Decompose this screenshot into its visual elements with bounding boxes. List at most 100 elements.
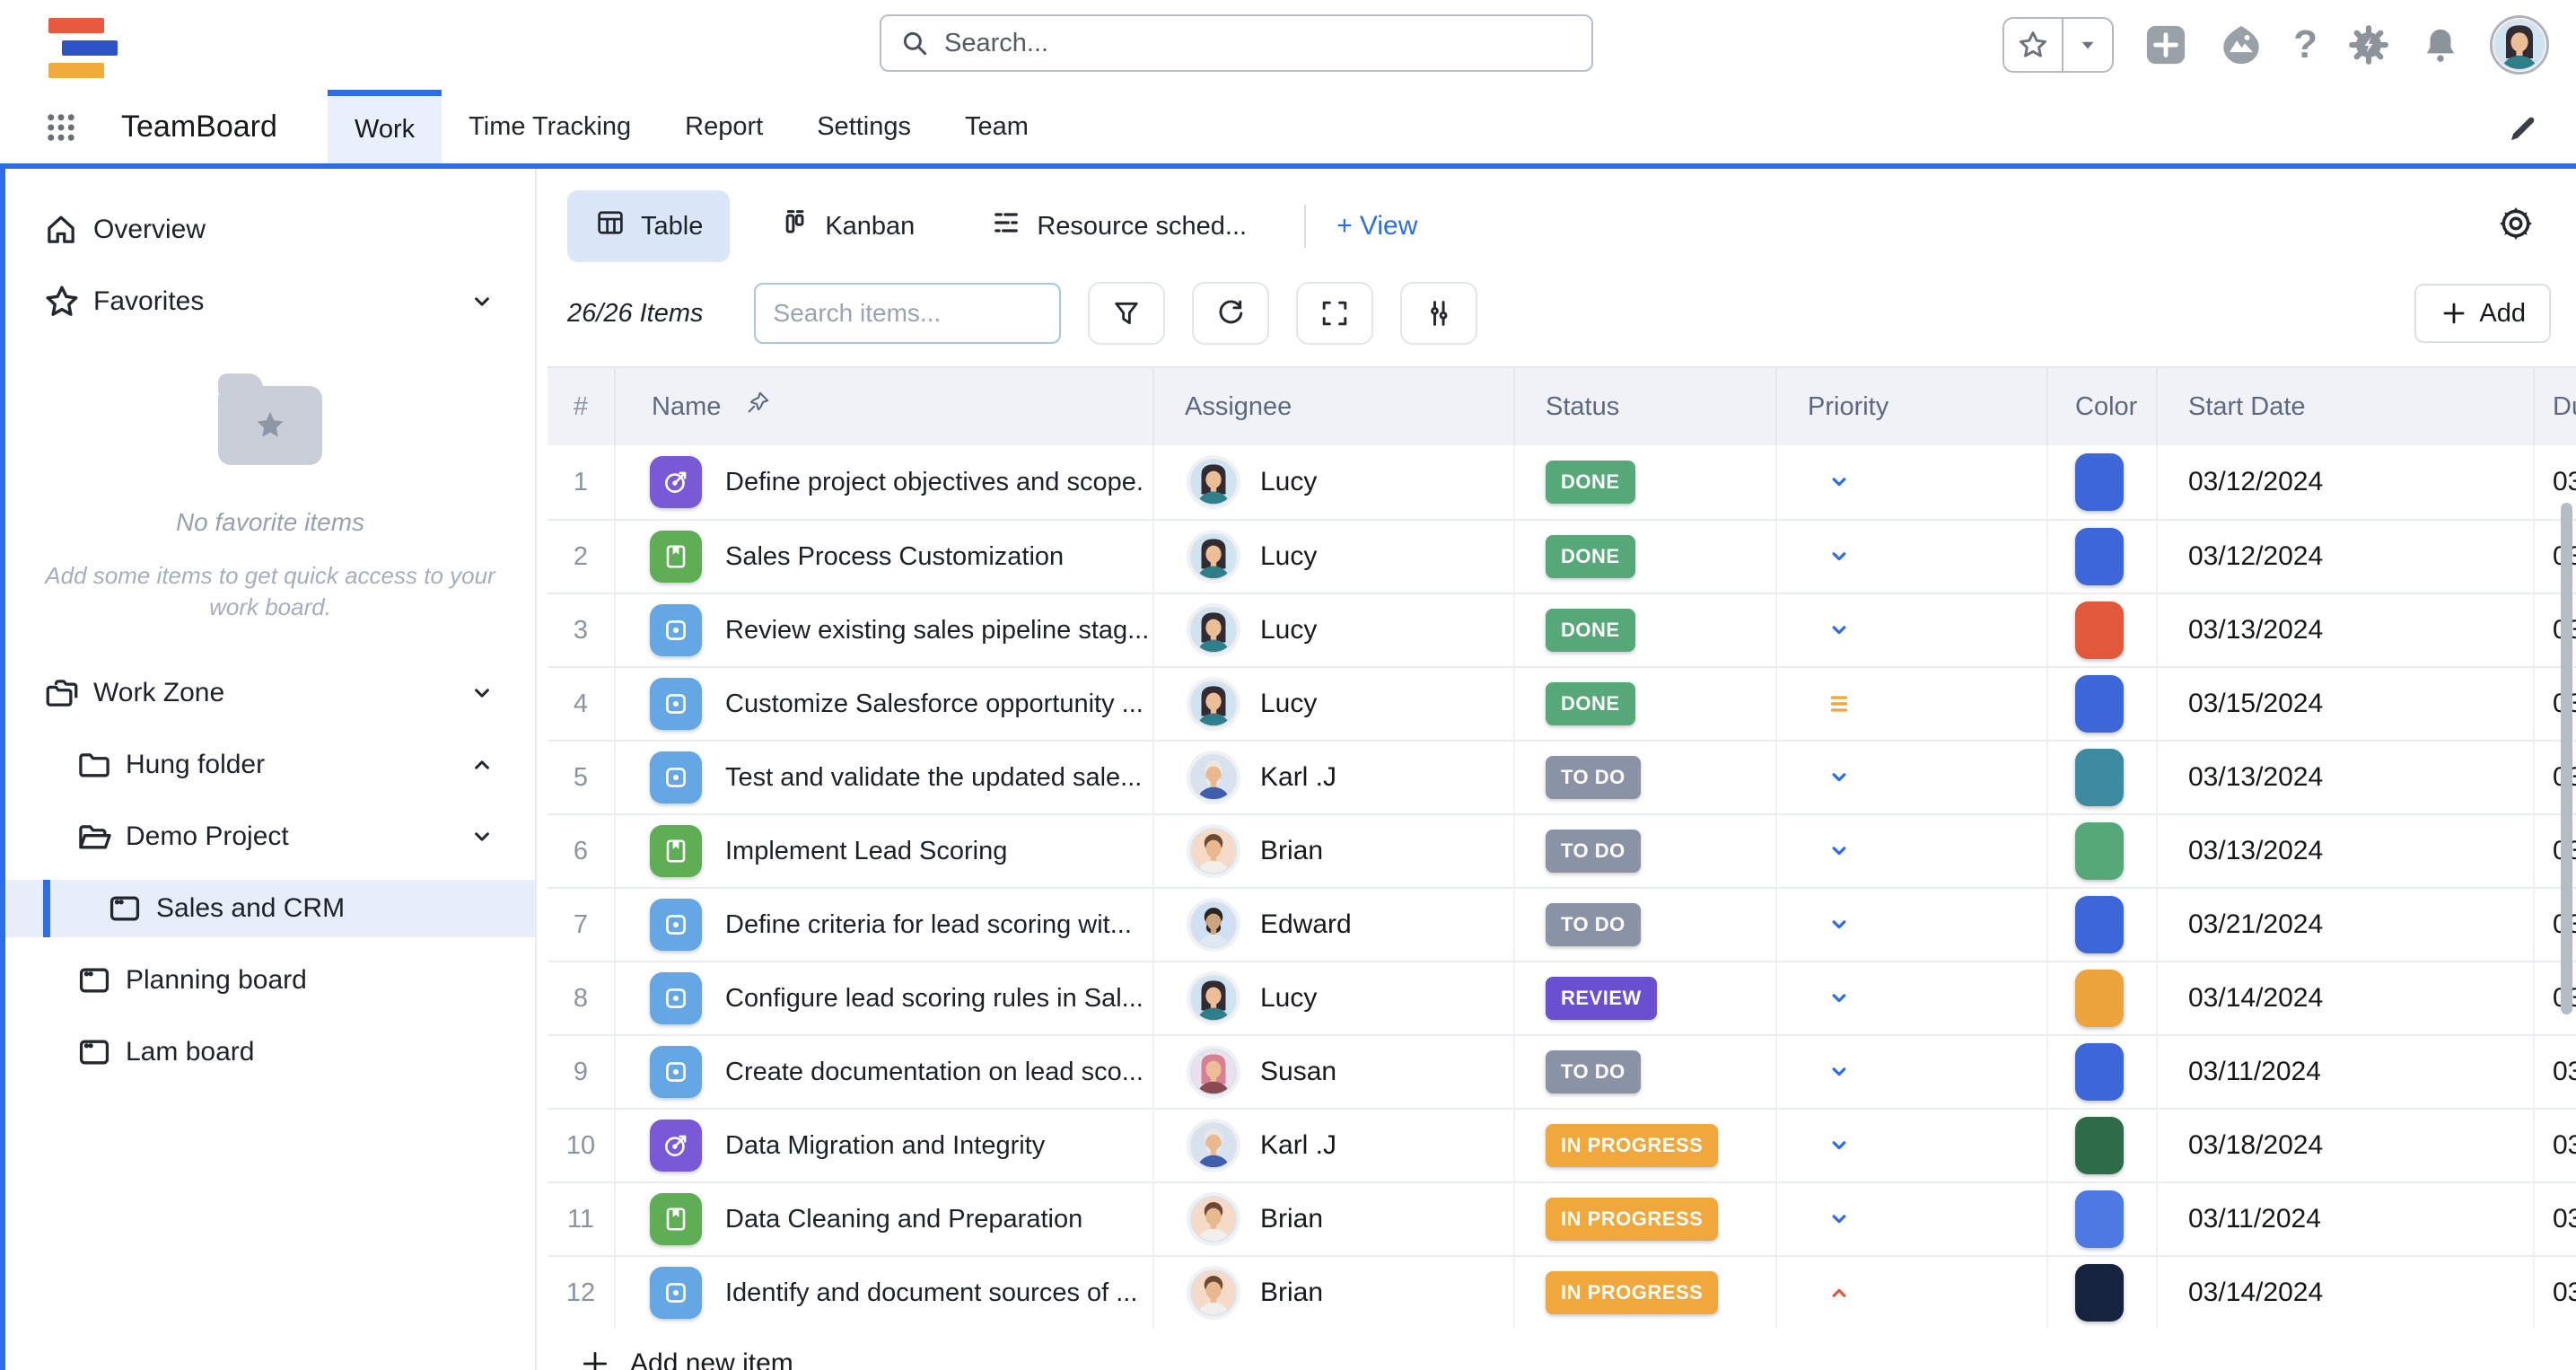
priority-low-chevron-down-icon[interactable] bbox=[1824, 762, 1854, 793]
item-name-cell[interactable]: Identify and document sources of ... bbox=[616, 1257, 1154, 1329]
global-search-input[interactable] bbox=[944, 29, 1573, 58]
help-icon[interactable]: ? bbox=[2293, 25, 2318, 65]
table-row[interactable]: 7 Define criteria for lead scoring wit..… bbox=[548, 887, 2576, 961]
status-badge[interactable]: DONE bbox=[1546, 682, 1635, 725]
assignee-cell[interactable]: Karl .J bbox=[1154, 742, 1515, 813]
achievement-badge-icon[interactable] bbox=[2218, 22, 2265, 68]
apps-grid-icon[interactable] bbox=[43, 110, 79, 150]
item-name-cell[interactable]: Sales Process Customization bbox=[616, 521, 1154, 593]
assignee-cell[interactable]: Brian bbox=[1154, 815, 1515, 887]
table-row[interactable]: 4 Customize Salesforce opportunity ... L… bbox=[548, 666, 2576, 740]
priority-low-chevron-down-icon[interactable] bbox=[1824, 983, 1854, 1014]
table-row[interactable]: 5 Test and validate the updated sale... … bbox=[548, 740, 2576, 813]
item-name-cell[interactable]: Data Migration and Integrity bbox=[616, 1110, 1154, 1181]
item-name-cell[interactable]: Define project objectives and scope. bbox=[616, 445, 1154, 519]
color-cell[interactable] bbox=[2048, 445, 2158, 519]
priority-cell[interactable] bbox=[1777, 1183, 2048, 1255]
color-swatch[interactable] bbox=[2075, 822, 2124, 880]
priority-cell[interactable] bbox=[1777, 1110, 2048, 1181]
chevron-down-icon[interactable] bbox=[467, 286, 497, 317]
status-badge[interactable]: IN PROGRESS bbox=[1546, 1124, 1718, 1167]
start-date-cell[interactable]: 03/13/2024 bbox=[2158, 742, 2535, 813]
tab-report[interactable]: Report bbox=[658, 90, 790, 163]
due-date-cell[interactable]: 03 bbox=[2535, 1257, 2576, 1329]
color-cell[interactable] bbox=[2048, 1110, 2158, 1181]
items-search[interactable] bbox=[754, 283, 1061, 344]
view-tab-kanban[interactable]: Kanban bbox=[751, 190, 942, 262]
sidebar-item-hung-folder[interactable]: Hung folder bbox=[5, 736, 535, 794]
column-settings-button[interactable] bbox=[1400, 282, 1477, 345]
color-swatch[interactable] bbox=[2075, 970, 2124, 1027]
status-badge[interactable]: TO DO bbox=[1546, 756, 1641, 799]
priority-cell[interactable] bbox=[1777, 594, 2048, 666]
favorites-split-button[interactable] bbox=[2002, 17, 2114, 73]
column-header-status[interactable]: Status bbox=[1515, 368, 1777, 445]
color-cell[interactable] bbox=[2048, 1257, 2158, 1329]
color-cell[interactable] bbox=[2048, 889, 2158, 961]
status-badge[interactable]: TO DO bbox=[1546, 830, 1641, 873]
start-date-cell[interactable]: 03/13/2024 bbox=[2158, 594, 2535, 666]
favorites-star-icon[interactable] bbox=[2004, 19, 2063, 71]
table-row[interactable]: 8 Configure lead scoring rules in Sal...… bbox=[548, 961, 2576, 1034]
add-new-item-row[interactable]: Add new item bbox=[580, 1336, 2576, 1370]
start-date-cell[interactable]: 03/15/2024 bbox=[2158, 668, 2535, 740]
pin-icon[interactable] bbox=[744, 390, 771, 424]
status-cell[interactable]: TO DO bbox=[1515, 889, 1777, 961]
item-name-cell[interactable]: Configure lead scoring rules in Sal... bbox=[616, 962, 1154, 1034]
filter-button[interactable] bbox=[1088, 282, 1165, 345]
start-date-cell[interactable]: 03/18/2024 bbox=[2158, 1110, 2535, 1181]
priority-cell[interactable] bbox=[1777, 1257, 2048, 1329]
notifications-bell-icon[interactable] bbox=[2420, 24, 2461, 66]
color-cell[interactable] bbox=[2048, 962, 2158, 1034]
add-item-button[interactable]: Add bbox=[2414, 284, 2551, 343]
color-swatch[interactable] bbox=[2075, 749, 2124, 806]
app-logo[interactable] bbox=[48, 14, 120, 77]
assignee-cell[interactable]: Lucy bbox=[1154, 962, 1515, 1034]
edit-pencil-icon[interactable] bbox=[2506, 111, 2540, 150]
color-swatch[interactable] bbox=[2075, 1190, 2124, 1248]
start-date-cell[interactable]: 03/12/2024 bbox=[2158, 445, 2535, 519]
priority-high-chevron-up-icon[interactable] bbox=[1824, 1278, 1854, 1308]
status-cell[interactable]: TO DO bbox=[1515, 742, 1777, 813]
add-plus-icon[interactable] bbox=[2142, 22, 2189, 68]
priority-low-chevron-down-icon[interactable] bbox=[1824, 1130, 1854, 1161]
sidebar-item-work-zone[interactable]: Work Zone bbox=[5, 664, 535, 722]
item-name-cell[interactable]: Data Cleaning and Preparation bbox=[616, 1183, 1154, 1255]
item-name-cell[interactable]: Customize Salesforce opportunity ... bbox=[616, 668, 1154, 740]
tab-time-tracking[interactable]: Time Tracking bbox=[442, 90, 658, 163]
status-badge[interactable]: IN PROGRESS bbox=[1546, 1271, 1718, 1314]
user-avatar[interactable] bbox=[2490, 15, 2549, 75]
assignee-cell[interactable]: Lucy bbox=[1154, 521, 1515, 593]
status-badge[interactable]: IN PROGRESS bbox=[1546, 1198, 1718, 1241]
status-cell[interactable]: DONE bbox=[1515, 521, 1777, 593]
table-row[interactable]: 12 Identify and document sources of ... … bbox=[548, 1255, 2576, 1329]
table-row[interactable]: 1 Define project objectives and scope. L… bbox=[548, 445, 2576, 519]
start-date-cell[interactable]: 03/11/2024 bbox=[2158, 1036, 2535, 1108]
sidebar-item-demo-project[interactable]: Demo Project bbox=[5, 808, 535, 865]
assignee-cell[interactable]: Lucy bbox=[1154, 594, 1515, 666]
start-date-cell[interactable]: 03/14/2024 bbox=[2158, 1257, 2535, 1329]
board-settings-gear-icon[interactable] bbox=[2495, 203, 2537, 249]
column-header-priority[interactable]: Priority bbox=[1777, 368, 2048, 445]
color-swatch[interactable] bbox=[2075, 675, 2124, 733]
start-date-cell[interactable]: 03/13/2024 bbox=[2158, 815, 2535, 887]
start-date-cell[interactable]: 03/21/2024 bbox=[2158, 889, 2535, 961]
priority-low-chevron-down-icon[interactable] bbox=[1824, 909, 1854, 940]
due-date-cell[interactable]: 03 bbox=[2535, 1110, 2576, 1181]
view-tab-table[interactable]: Table bbox=[567, 190, 730, 262]
color-cell[interactable] bbox=[2048, 815, 2158, 887]
status-cell[interactable]: DONE bbox=[1515, 668, 1777, 740]
color-swatch[interactable] bbox=[2075, 1264, 2124, 1322]
status-cell[interactable]: IN PROGRESS bbox=[1515, 1110, 1777, 1181]
priority-cell[interactable] bbox=[1777, 668, 2048, 740]
priority-low-chevron-down-icon[interactable] bbox=[1824, 1204, 1854, 1234]
priority-low-chevron-down-icon[interactable] bbox=[1824, 615, 1854, 645]
tab-settings[interactable]: Settings bbox=[790, 90, 938, 163]
sidebar-item-sales-and-crm[interactable]: Sales and CRM bbox=[5, 880, 535, 937]
assignee-cell[interactable]: Lucy bbox=[1154, 445, 1515, 519]
status-cell[interactable]: IN PROGRESS bbox=[1515, 1183, 1777, 1255]
priority-cell[interactable] bbox=[1777, 445, 2048, 519]
color-swatch[interactable] bbox=[2075, 453, 2124, 511]
priority-medium-bars-icon[interactable] bbox=[1824, 689, 1854, 719]
table-row[interactable]: 2 Sales Process Customization Lucy bbox=[548, 519, 2576, 593]
